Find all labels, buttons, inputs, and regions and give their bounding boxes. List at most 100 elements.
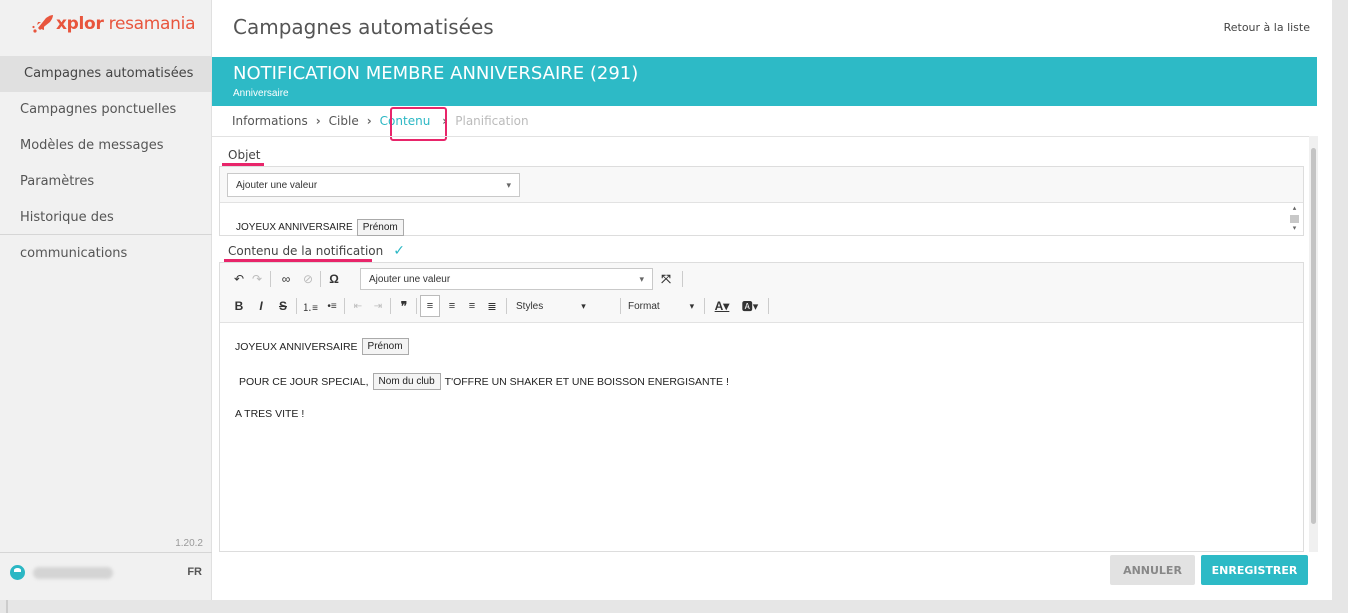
toolbar-separator [704,298,705,314]
toolbar-separator [270,271,271,287]
sidebar-item-historique[interactable]: Historique des communications [0,200,212,261]
bold-icon[interactable]: B [232,296,246,316]
page-title: Campagnes automatisées [233,15,494,39]
format-dropdown[interactable]: Format ▾ [628,296,708,316]
toolbar-separator [768,298,769,314]
prenom-placeholder-chip[interactable]: Prénom [356,219,404,236]
rocket-icon [32,15,53,33]
maximize-icon[interactable]: ⤧ [657,269,675,289]
cancel-button[interactable]: ANNULER [1110,555,1195,585]
objet-add-value-select[interactable]: Ajouter une valeur ▾ [227,173,520,197]
blockquote-icon[interactable]: ❞ [396,296,412,316]
contenu-label: Contenu de la notification [228,244,384,258]
toolbar-separator [344,298,345,314]
scroll-thumb[interactable] [1290,215,1299,223]
strikethrough-icon[interactable]: S [276,296,290,316]
align-left-icon[interactable]: ≡ [420,295,440,317]
contenu-label-row: Contenu de la notification ✓ [228,243,405,259]
toolbar-separator [390,298,391,314]
caret-down-icon: ▾ [639,273,644,284]
content-line-3: A TRES VITE ! [235,408,305,420]
nom-du-club-placeholder-chip[interactable]: Nom du club [372,373,441,390]
unlink-icon[interactable]: ⊘ [300,269,316,289]
content-line-2-post: T'OFFRE UN SHAKER ET UNE BOISSON ENERGIS… [444,375,729,388]
campaign-subtitle: Anniversaire [233,88,289,99]
sidebar-divider [0,234,212,235]
scroll-down-icon[interactable]: ▾ [1290,225,1299,233]
italic-icon[interactable]: I [254,296,268,316]
numbered-list-icon[interactable]: ⒈≡ [302,296,318,316]
align-center-icon[interactable]: ≡ [444,296,460,316]
sidebar-item-campagnes-ponctuelles[interactable]: Campagnes ponctuelles [0,92,212,128]
prenom-placeholder-chip[interactable]: Prénom [361,338,409,355]
align-justify-icon[interactable]: ≣ [484,296,500,316]
objet-label: Objet [228,148,261,162]
sidebar: xplor resamania Campagnes automatisées C… [0,0,212,600]
editor-toolbar: ↶ ↷ ∞ ⊘ Ω Ajouter une valeur ▾ ⤧ B I S ⒈… [220,263,1303,323]
logo-brand: xplor [56,14,104,34]
styles-label: Styles [516,300,544,312]
chevron-right-icon: › [315,114,321,128]
campaign-banner: NOTIFICATION MEMBRE ANNIVERSAIRE (291) A… [212,57,1317,106]
redo-icon[interactable]: ↷ [250,269,264,289]
toolbar-separator [416,298,417,314]
user-bar: FR [0,552,212,592]
sidebar-item-modeles-de-messages[interactable]: Modèles de messages [0,128,212,164]
campaign-title: NOTIFICATION MEMBRE ANNIVERSAIRE (291) [233,63,639,84]
format-label: Format [628,300,660,312]
toolbar-separator [506,298,507,314]
back-to-list-link[interactable]: Retour à la liste [1224,21,1310,34]
logo[interactable]: xplor resamania [32,14,195,34]
user-name-redacted [33,566,113,579]
styles-dropdown[interactable]: Styles ▾ [516,296,596,316]
objet-scrollbar[interactable]: ▴ ▾ [1290,205,1299,235]
step-planification: Planification [455,114,529,128]
objet-content[interactable]: JOYEUX ANNIVERSAIRE Prénom [236,219,404,236]
undo-icon[interactable]: ↶ [232,269,246,289]
page-scrollbar[interactable] [1309,136,1318,552]
logo-product: resamania [108,14,196,34]
sidebar-item-campagnes-automatisees[interactable]: Campagnes automatisées [0,56,212,92]
content-line-1: JOYEUX ANNIVERSAIRE Prénom [235,338,409,355]
outdent-icon[interactable]: ⇤ [350,296,366,316]
objet-select-label: Ajouter une valeur [236,179,318,191]
toolbar-separator [320,271,321,287]
toolbar-separator [296,298,297,314]
caret-down-icon: ▾ [689,300,695,311]
text-color-icon[interactable]: A▾ [710,296,734,316]
content-add-value-select[interactable]: Ajouter une valeur ▾ [360,268,653,290]
bulleted-list-icon[interactable]: •≡ [324,296,340,316]
toolbar-separator [682,271,683,287]
background-color-icon[interactable]: 🅰▾ [738,296,762,316]
content-line-2: POUR CE JOUR SPECIAL, Nom du club T'OFFR… [239,373,729,390]
content-select-label: Ajouter une valeur [369,273,451,285]
content-editor: ↶ ↷ ∞ ⊘ Ω Ajouter une valeur ▾ ⤧ B I S ⒈… [219,262,1304,552]
step-informations[interactable]: Informations [232,114,308,128]
chevron-right-icon: › [366,114,372,128]
align-right-icon[interactable]: ≡ [464,296,480,316]
objet-text: JOYEUX ANNIVERSAIRE [236,222,353,233]
toolbar-separator [620,298,621,314]
save-button[interactable]: ENREGISTRER [1201,555,1308,585]
check-icon: ✓ [393,243,405,259]
content-line-1-text: JOYEUX ANNIVERSAIRE [235,340,358,353]
link-icon[interactable]: ∞ [278,269,294,289]
caret-down-icon: ▾ [506,179,511,190]
special-char-icon[interactable]: Ω [326,269,342,289]
objet-editor: Ajouter une valeur ▾ JOYEUX ANNIVERSAIRE… [219,166,1304,236]
indent-icon[interactable]: ⇥ [370,296,386,316]
window-edge [6,600,8,613]
app-frame: xplor resamania Campagnes automatisées C… [0,0,1332,600]
step-cible[interactable]: Cible [329,114,359,128]
scroll-up-icon[interactable]: ▴ [1290,205,1299,213]
app-version: 1.20.2 [175,538,203,549]
divider [212,136,1317,137]
breadcrumb: Informations › Cible › Contenu › Planifi… [232,114,529,128]
sidebar-nav: Campagnes automatisées Campagnes ponctue… [0,56,212,261]
sidebar-item-parametres[interactable]: Paramètres [0,164,212,200]
language-switch[interactable]: FR [187,566,202,578]
user-avatar-icon[interactable] [10,565,25,580]
objet-toolbar: Ajouter une valeur ▾ [220,167,1303,203]
scroll-thumb[interactable] [1311,148,1316,524]
caret-down-icon: ▾ [581,300,586,311]
